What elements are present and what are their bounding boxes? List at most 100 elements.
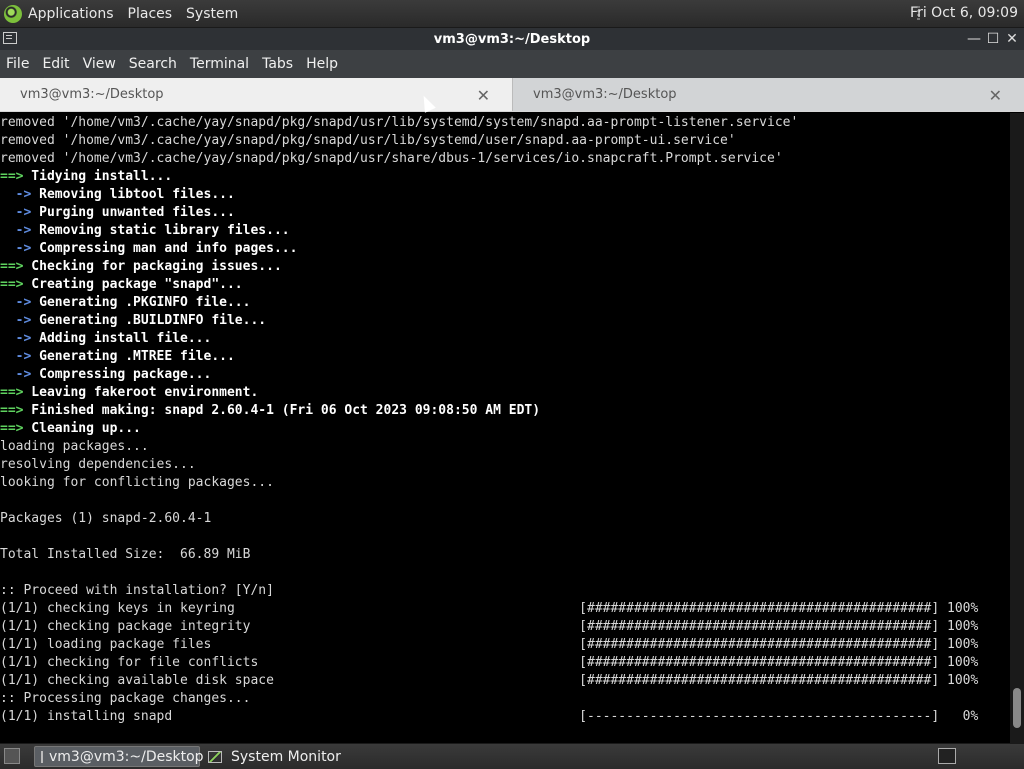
terminal-line: loading packages... <box>0 439 149 454</box>
terminal-line: (1/1) checking available disk space [###… <box>0 673 979 688</box>
terminal-line-text: Compressing package... <box>31 367 212 382</box>
terminal-line-prefix: -> <box>0 223 32 238</box>
terminal-line-text: Removing static library files... <box>31 223 290 238</box>
taskbar-item-system-monitor[interactable]: System Monitor <box>206 746 366 767</box>
terminal-line-prefix: -> <box>0 367 32 382</box>
top-panel: Applications Places System Fri Oct 6, 09… <box>0 0 1024 28</box>
terminal-line: :: Proceed with installation? [Y/n] <box>0 583 274 598</box>
panel-menu-system[interactable]: System <box>186 6 238 22</box>
terminal-line-prefix: ==> <box>0 385 24 400</box>
minimize-button[interactable]: — <box>965 30 983 48</box>
terminal-line-prefix: -> <box>0 205 32 220</box>
window-title: vm3@vm3:~/Desktop <box>433 31 591 47</box>
tab-close-icon[interactable]: ✕ <box>989 86 1002 105</box>
terminal-line: resolving dependencies... <box>0 457 196 472</box>
show-desktop-icon[interactable] <box>4 748 20 764</box>
menu-tabs[interactable]: Tabs <box>262 56 293 72</box>
terminal-line: -> Compressing package... <box>0 366 1010 384</box>
terminal-line-text: Generating .MTREE file... <box>31 349 235 364</box>
terminal-line-prefix: -> <box>0 331 32 346</box>
panel-menu-places[interactable]: Places <box>128 6 173 22</box>
terminal-line-prefix: -> <box>0 187 32 202</box>
menu-bar: File Edit View Search Terminal Tabs Help <box>0 50 1024 78</box>
menu-search[interactable]: Search <box>129 56 177 72</box>
terminal-line: removed '/home/vm3/.cache/yay/snapd/pkg/… <box>0 115 799 130</box>
tab-label: vm3@vm3:~/Desktop <box>533 87 677 102</box>
terminal-line-text: Tidying install... <box>23 169 173 184</box>
tab-label: vm3@vm3:~/Desktop <box>20 87 164 102</box>
terminal-line: removed '/home/vm3/.cache/yay/snapd/pkg/… <box>0 133 736 148</box>
taskbar-label: vm3@vm3:~/Desktop <box>49 748 204 765</box>
terminal-line: (1/1) checking package integrity [######… <box>0 619 979 634</box>
terminal-line: (1/1) checking for file conflicts [#####… <box>0 655 979 670</box>
maximize-button[interactable]: ☐ <box>984 30 1002 48</box>
terminal-line-prefix: -> <box>0 295 32 310</box>
terminal-line: -> Removing libtool files... <box>0 186 1010 204</box>
terminal-line-text: Leaving fakeroot environment. <box>23 385 259 400</box>
terminal-line-prefix: ==> <box>0 421 24 436</box>
close-window-button[interactable]: ✕ <box>1003 30 1021 48</box>
terminal-line-prefix: ==> <box>0 277 24 292</box>
terminal-line-prefix: -> <box>0 349 32 364</box>
menu-terminal[interactable]: Terminal <box>190 56 249 72</box>
terminal-line: looking for conflicting packages... <box>0 475 274 490</box>
terminal-line-text: Purging unwanted files... <box>31 205 235 220</box>
terminal-window-icon[interactable] <box>3 32 17 44</box>
tab-close-icon[interactable]: ✕ <box>477 86 490 105</box>
panel-menu-applications[interactable]: Applications <box>28 6 114 22</box>
terminal-line-text: Creating package "snapd"... <box>23 277 243 292</box>
terminal-scrollbar[interactable] <box>1010 113 1024 743</box>
terminal-line-text: Checking for packaging issues... <box>23 259 282 274</box>
terminal-line: -> Generating .MTREE file... <box>0 348 1010 366</box>
terminal-line-text: Generating .PKGINFO file... <box>31 295 251 310</box>
terminal-line-text: Generating .BUILDINFO file... <box>31 313 267 328</box>
bottom-panel: vm3@vm3:~/Desktop System Monitor <box>0 743 1024 769</box>
terminal-line: ==> Creating package "snapd"... <box>0 276 1010 294</box>
terminal-line: -> Adding install file... <box>0 330 1010 348</box>
menu-file[interactable]: File <box>6 56 29 72</box>
terminal-line: (1/1) checking keys in keyring [########… <box>0 601 979 616</box>
terminal-line: ==> Leaving fakeroot environment. <box>0 384 1010 402</box>
terminal-line: removed '/home/vm3/.cache/yay/snapd/pkg/… <box>0 151 783 166</box>
menu-edit[interactable]: Edit <box>42 56 69 72</box>
terminal-line: -> Generating .BUILDINFO file... <box>0 312 1010 330</box>
terminal-line: -> Generating .PKGINFO file... <box>0 294 1010 312</box>
terminal-output[interactable]: removed '/home/vm3/.cache/yay/snapd/pkg/… <box>0 113 1010 744</box>
clock[interactable]: Fri Oct 6, 09:09 <box>910 5 1018 21</box>
terminal-line: ==> Checking for packaging issues... <box>0 258 1010 276</box>
tab-desktop-2[interactable]: vm3@vm3:~/Desktop ✕ <box>512 78 1024 111</box>
terminal-line-text: Finished making: snapd 2.60.4-1 (Fri 06 … <box>23 403 541 418</box>
terminal-icon <box>41 750 43 763</box>
terminal-line-prefix: -> <box>0 241 32 256</box>
taskbar-label: System Monitor <box>231 748 341 765</box>
terminal-line-text: Cleaning up... <box>23 421 141 436</box>
terminal-line: -> Compressing man and info pages... <box>0 240 1010 258</box>
terminal-line: Packages (1) snapd-2.60.4-1 <box>0 511 212 526</box>
menu-help[interactable]: Help <box>306 56 338 72</box>
terminal-line: ==> Cleaning up... <box>0 420 1010 438</box>
scrollbar-thumb[interactable] <box>1013 688 1021 728</box>
menu-view[interactable]: View <box>83 56 116 72</box>
workspace-switcher-icon[interactable] <box>938 748 956 764</box>
terminal-line: -> Removing static library files... <box>0 222 1010 240</box>
system-monitor-icon <box>208 750 222 763</box>
distro-logo-icon[interactable] <box>4 4 22 23</box>
terminal-line: (1/1) installing snapd [----------------… <box>0 709 979 724</box>
terminal-line: ==> Finished making: snapd 2.60.4-1 (Fri… <box>0 402 1010 420</box>
terminal-line: (1/1) loading package files [###########… <box>0 637 979 652</box>
terminal-line: Total Installed Size: 66.89 MiB <box>0 547 251 562</box>
terminal-line-prefix: ==> <box>0 259 24 274</box>
terminal-line-text: Adding install file... <box>31 331 212 346</box>
terminal-line: ==> Tidying install... <box>0 168 1010 186</box>
terminal-line-text: Removing libtool files... <box>31 187 235 202</box>
tab-bar: vm3@vm3:~/Desktop ✕ vm3@vm3:~/Desktop ✕ <box>0 78 1024 112</box>
terminal-line: :: Processing package changes... <box>0 691 251 706</box>
terminal-line-prefix: ==> <box>0 403 24 418</box>
terminal-line-text: Compressing man and info pages... <box>31 241 298 256</box>
taskbar-item-terminal[interactable]: vm3@vm3:~/Desktop <box>34 746 204 767</box>
terminal-line-prefix: -> <box>0 313 32 328</box>
window-title-bar[interactable]: vm3@vm3:~/Desktop — ☐ ✕ <box>0 28 1024 50</box>
